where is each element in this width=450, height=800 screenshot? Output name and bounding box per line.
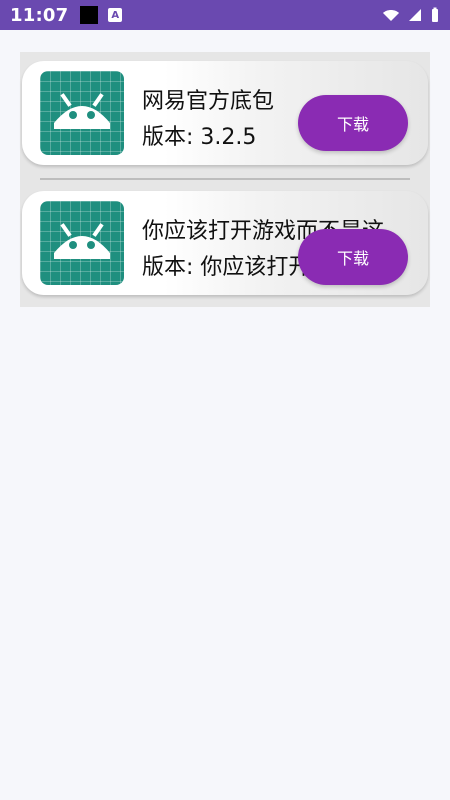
status-icons (382, 7, 440, 23)
download-button[interactable]: 下载 (298, 95, 408, 151)
android-app-icon (40, 71, 124, 155)
notification-square-icon (80, 6, 99, 24)
cell-signal-icon (408, 8, 422, 22)
status-time: 11:07 (10, 4, 69, 26)
list-item: 网易官方底包 版本: 3.2.5 下载 (22, 61, 428, 165)
download-list: 网易官方底包 版本: 3.2.5 下载 你应该打开游戏而不是这. 版本: 你应该… (20, 52, 430, 307)
version-prefix: 版本: (142, 255, 194, 280)
list-item: 你应该打开游戏而不是这. 版本: 你应该打开游戏而 下载 (22, 191, 428, 295)
status-bar: 11:07 A (0, 0, 450, 30)
battery-icon (430, 7, 440, 23)
android-app-icon (40, 201, 124, 285)
list-divider (40, 178, 410, 180)
version-value: 3.2.5 (200, 125, 257, 150)
notification-a-icon: A (108, 8, 123, 22)
download-button[interactable]: 下载 (298, 229, 408, 285)
version-prefix: 版本: (142, 125, 194, 150)
wifi-icon (382, 8, 400, 22)
